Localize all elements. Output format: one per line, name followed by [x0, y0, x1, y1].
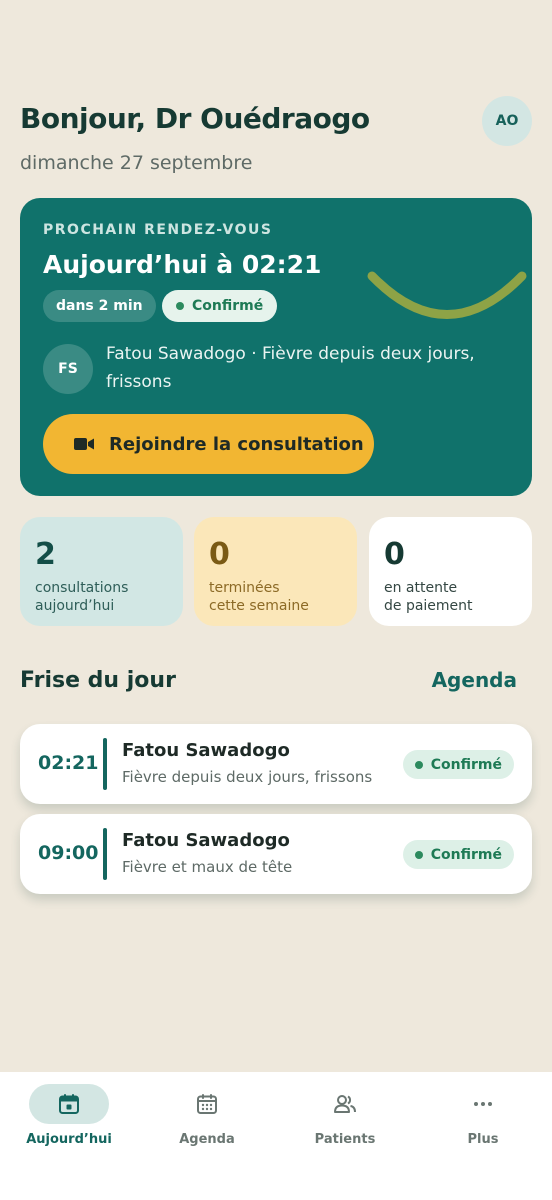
stat-value: 0 — [209, 537, 230, 572]
status-badge-label: Confirmé — [430, 846, 502, 863]
status-badge: Confirmé — [402, 750, 514, 779]
video-camera-icon — [74, 438, 94, 450]
next-appointment-card[interactable]: PROCHAIN RENDEZ-VOUS Aujourd’hui à 02:21… — [20, 198, 532, 496]
stat-value: 0 — [384, 537, 405, 572]
decorative-arc — [367, 271, 527, 319]
status-dot-icon — [414, 850, 423, 859]
nav-item-agenda[interactable]: Agenda — [138, 1084, 276, 1164]
current-date: dimanche 27 septembre — [20, 152, 253, 174]
timeline-item[interactable]: 02:21 Fatou Sawadogo Fièvre depuis deux … — [20, 724, 532, 804]
nav-pill — [167, 1084, 247, 1124]
join-consultation-button[interactable]: Rejoindre la consultation — [43, 414, 374, 474]
appointment-time: 02:21 — [38, 752, 99, 774]
timeline-divider — [103, 828, 107, 880]
timeline-title: Frise du jour — [20, 668, 176, 693]
nav-label: Plus — [467, 1132, 499, 1147]
join-consultation-label: Rejoindre la consultation — [109, 433, 364, 455]
nav-item-today[interactable]: Aujourd’hui — [0, 1084, 138, 1164]
calendar-grid-icon — [197, 1094, 217, 1114]
nav-item-more[interactable]: Plus — [414, 1084, 552, 1164]
appointment-patient-name: Fatou Sawadogo — [122, 740, 290, 761]
status-badge-label: Confirmé — [192, 298, 264, 314]
status-badge: Confirmé — [162, 290, 278, 322]
nav-pill — [443, 1084, 523, 1124]
stat-label: consultations aujourd’hui — [35, 580, 129, 614]
agenda-link[interactable]: Agenda — [432, 668, 517, 692]
timeline-item[interactable]: 09:00 Fatou Sawadogo Fièvre et maux de t… — [20, 814, 532, 894]
patient-description: Fatou Sawadogo · Fièvre depuis deux jour… — [106, 344, 475, 392]
stat-card-today[interactable]: 2 consultations aujourd’hui — [20, 517, 183, 626]
next-appointment-overline: PROCHAIN RENDEZ-VOUS — [43, 222, 273, 238]
status-dot-icon — [414, 760, 423, 769]
bottom-navigation: Aujourd’hui Agenda Patients Plus — [0, 1072, 552, 1200]
countdown-chip: dans 2 min — [43, 290, 156, 322]
status-dot-icon — [176, 302, 184, 310]
appointment-reason: Fièvre depuis deux jours, frissons — [122, 768, 373, 786]
stat-value: 2 — [35, 537, 56, 572]
status-badge-label: Confirmé — [430, 756, 502, 773]
stat-card-completed[interactable]: 0 terminées cette semaine — [194, 517, 357, 626]
status-badge: Confirmé — [402, 840, 514, 869]
nav-pill — [305, 1084, 385, 1124]
next-appointment-time: Aujourd’hui à 02:21 — [43, 250, 322, 279]
nav-label: Agenda — [179, 1132, 235, 1147]
nav-label: Aujourd’hui — [26, 1132, 112, 1147]
calendar-today-icon — [59, 1094, 79, 1114]
people-icon — [334, 1095, 356, 1113]
stats-row: 2 consultations aujourd’hui 0 terminées ce… — [20, 517, 532, 626]
user-avatar[interactable]: AO — [482, 96, 532, 146]
timeline-divider — [103, 738, 107, 790]
nav-label: Patients — [314, 1132, 376, 1147]
appointment-time: 09:00 — [38, 842, 99, 864]
page-title: Bonjour, Dr Ouédraogo — [20, 102, 370, 135]
appointment-patient-name: Fatou Sawadogo — [122, 830, 290, 851]
nav-item-patients[interactable]: Patients — [276, 1084, 414, 1164]
patient-avatar: FS — [43, 344, 93, 394]
stat-label: terminées cette semaine — [209, 580, 309, 614]
nav-pill — [29, 1084, 109, 1124]
appointment-reason: Fièvre et maux de tête — [122, 858, 293, 876]
more-horizontal-icon — [474, 1102, 492, 1106]
stat-label: en attente de paiement — [384, 580, 473, 614]
stat-card-pending-payment[interactable]: 0 en attente de paiement — [369, 517, 532, 626]
